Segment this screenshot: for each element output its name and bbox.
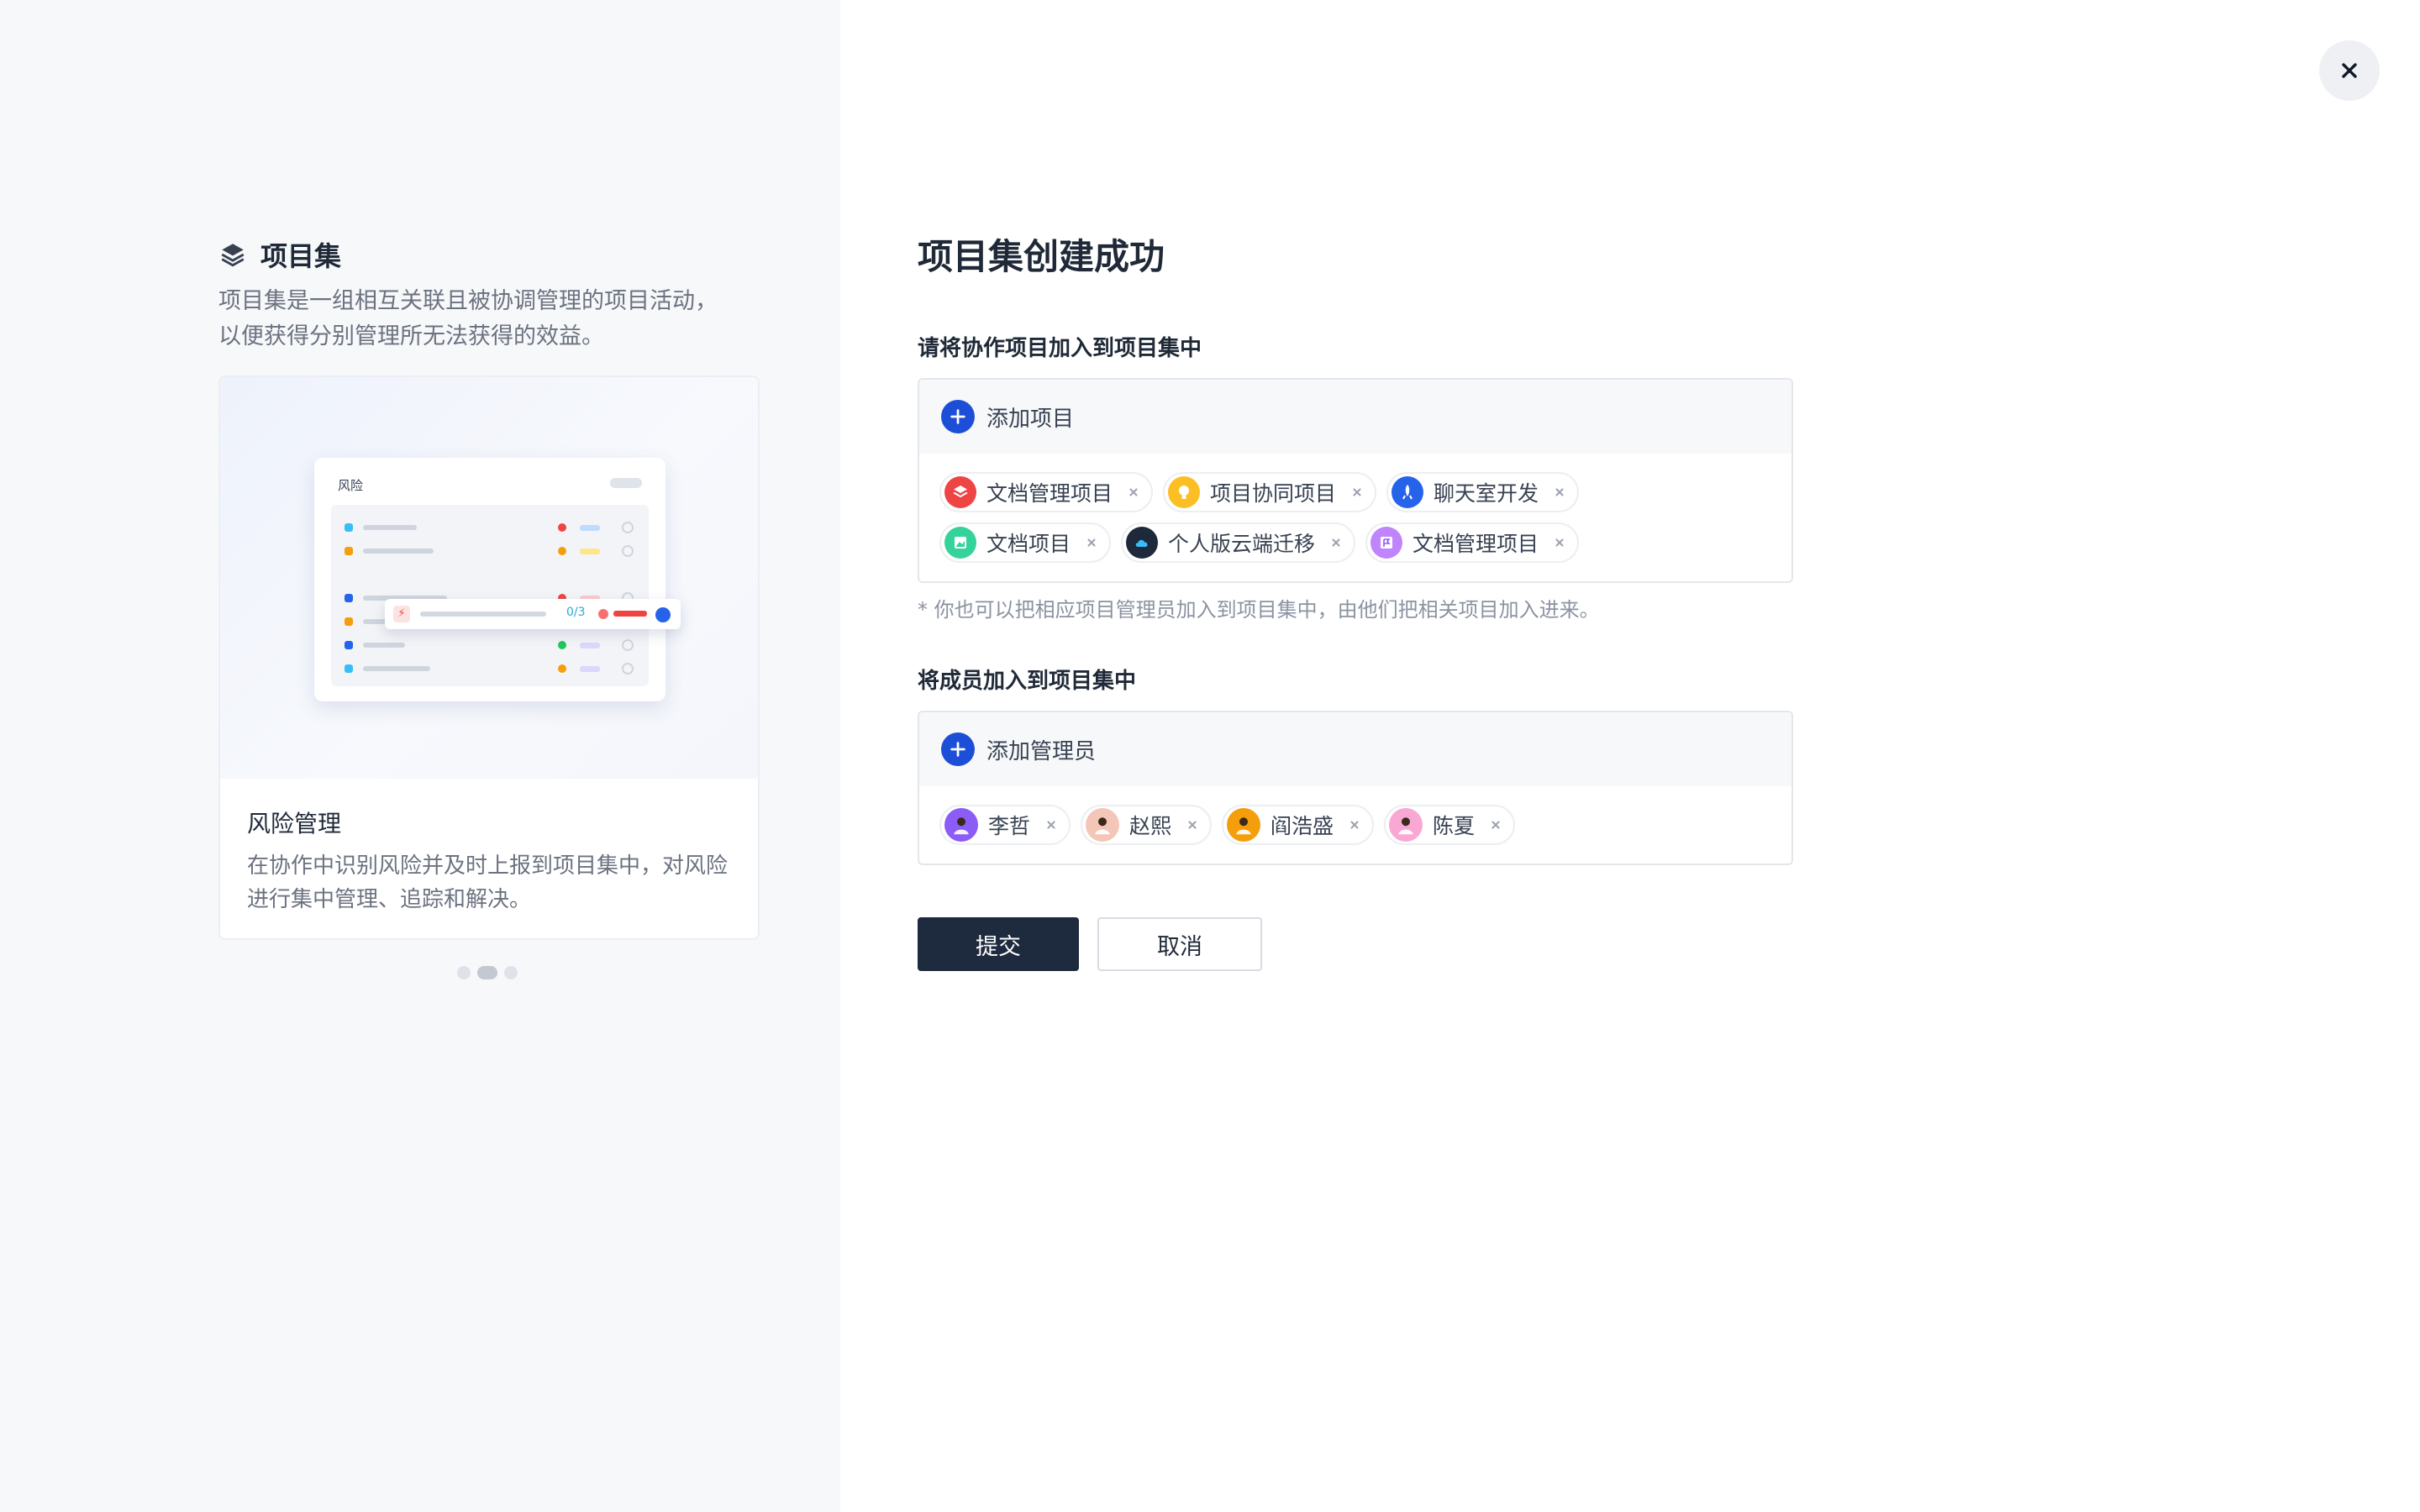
projects-section-label: 请将协作项目加入到项目集中 (918, 336, 1202, 361)
member-name: 陈夏 (1433, 814, 1476, 838)
member-chip: 陈夏 (1384, 805, 1516, 845)
remove-icon[interactable] (1550, 483, 1569, 501)
illustration-risk-count: 0/3 (566, 606, 586, 619)
project-chip: 项目协同项目 (1163, 472, 1377, 512)
stack-project-icon (944, 476, 976, 508)
project-name: 文档管理项目 (1413, 532, 1539, 556)
member-name: 赵熙 (1129, 814, 1172, 838)
project-chip: 文档项目 (939, 522, 1112, 563)
feature-illustration: 风险 ⚡ 0/3 (220, 377, 758, 779)
project-chip: 聊天室开发 (1386, 472, 1580, 512)
remove-icon[interactable] (1345, 816, 1364, 834)
remove-icon[interactable] (1183, 816, 1202, 834)
project-chip: 文档管理项目 (939, 472, 1154, 512)
member-chip-list: 李哲 赵熙 阎浩盛 陈夏 (919, 786, 1791, 864)
avatar-icon (1227, 808, 1261, 842)
illustration-title: 风险 (338, 478, 364, 493)
image-project-icon (944, 527, 976, 559)
feature-desc-line-1: 在协作中识别风险并及时上报到项目集中，对风险 (247, 853, 729, 879)
member-chip: 赵熙 (1081, 805, 1213, 845)
lightning-icon: ⚡ (393, 606, 410, 622)
carousel-dot[interactable] (504, 966, 518, 979)
add-project-button[interactable]: 添加项目 (919, 380, 1791, 454)
member-name: 李哲 (988, 814, 1031, 838)
layers-icon (221, 244, 245, 267)
carousel-dots (457, 966, 518, 979)
lightbulb-project-icon (1168, 476, 1201, 508)
member-chip: 阎浩盛 (1222, 805, 1375, 845)
plus-icon (941, 732, 975, 766)
project-chip-list: 文档管理项目 项目协同项目 聊天室开发文档项目 个人版云端迁移 文档管理项目 (919, 454, 1791, 581)
intro-description: 项目集是一组相互关联且被协调管理的项目活动， 以便获得分别管理所无法获得的效益。 (218, 284, 756, 354)
cancel-button[interactable]: 取消 (1097, 917, 1262, 971)
remove-icon[interactable] (1082, 533, 1101, 552)
project-name: 文档管理项目 (986, 481, 1113, 506)
members-section-label: 将成员加入到项目集中 (918, 669, 1137, 694)
add-project-label: 添加项目 (986, 406, 1075, 432)
remove-icon[interactable] (1348, 483, 1366, 501)
intro-desc-line-2: 以便获得分别管理所无法获得的效益。 (218, 323, 604, 349)
avatar-icon (1389, 808, 1423, 842)
cloud-project-icon (1126, 527, 1159, 559)
member-name: 阎浩盛 (1270, 814, 1334, 838)
submit-button[interactable]: 提交 (918, 917, 1079, 971)
remove-icon[interactable] (1124, 483, 1143, 501)
page-title: 项目集创建成功 (918, 236, 1165, 277)
project-chip: 个人版云端迁移 (1121, 522, 1356, 563)
illustration-risk-popup: ⚡ 0/3 (385, 599, 681, 629)
add-member-label: 添加管理员 (986, 738, 1097, 764)
add-member-button[interactable]: 添加管理员 (919, 712, 1791, 786)
members-box: 添加管理员 李哲 赵熙 阎浩盛 陈夏 (918, 711, 1793, 865)
project-name: 文档项目 (986, 532, 1071, 556)
illustration-row (331, 633, 649, 656)
project-name: 聊天室开发 (1434, 481, 1539, 506)
illustration-window: 风险 ⚡ 0/3 (314, 458, 681, 701)
project-name: 个人版云端迁移 (1168, 532, 1316, 556)
feature-card: 风险 ⚡ 0/3 风险管理 在协作中识别风险并及时上报到项目集中，对风险 进行集… (218, 375, 760, 940)
close-icon (2342, 63, 2357, 78)
remove-icon[interactable] (1042, 816, 1060, 834)
project-name: 项目协同项目 (1210, 481, 1337, 506)
intro-section: 项目集 项目集是一组相互关联且被协调管理的项目活动， 以便获得分别管理所无法获得… (218, 235, 756, 354)
remove-icon[interactable] (1486, 816, 1505, 834)
intro-desc-line-1: 项目集是一组相互关联且被协调管理的项目活动， (218, 288, 718, 314)
feature-text: 风险管理 在协作中识别风险并及时上报到项目集中，对风险 进行集中管理、追踪和解决… (247, 806, 734, 916)
rocket-project-icon (1392, 476, 1424, 508)
illustration-list: ⚡ 0/3 (331, 505, 681, 686)
project-chip: 文档管理项目 (1365, 522, 1580, 563)
flag-project-icon (1370, 527, 1403, 559)
remove-icon[interactable] (1327, 533, 1345, 552)
intro-title: 项目集 (218, 235, 756, 274)
avatar-icon (1086, 808, 1120, 842)
illustration-row (331, 515, 649, 538)
projects-hint: * 你也可以把相应项目管理员加入到项目集中，由他们把相关项目加入进来。 (918, 598, 1600, 622)
avatar-icon (944, 808, 978, 842)
left-panel: 项目集 项目集是一组相互关联且被协调管理的项目活动， 以便获得分别管理所无法获得… (0, 0, 840, 1512)
carousel-dot[interactable] (457, 966, 471, 979)
feature-desc-line-2: 进行集中管理、追踪和解决。 (247, 887, 532, 912)
illustration-pill (610, 478, 642, 488)
feature-description: 在协作中识别风险并及时上报到项目集中，对风险 进行集中管理、追踪和解决。 (247, 849, 734, 916)
illustration-row (331, 656, 649, 680)
projects-box: 添加项目 文档管理项目 项目协同项目 聊天室开发文档项目 个人版云端迁移 文档管理项目 (918, 378, 1793, 583)
remove-icon[interactable] (1550, 533, 1569, 552)
member-chip: 李哲 (939, 805, 1071, 845)
feature-name: 风险管理 (247, 810, 342, 837)
intro-title-text: 项目集 (260, 240, 342, 272)
plus-icon (941, 400, 975, 433)
close-button[interactable] (2319, 40, 2380, 101)
carousel-dot-active[interactable] (477, 966, 497, 979)
illustration-row (331, 538, 649, 562)
